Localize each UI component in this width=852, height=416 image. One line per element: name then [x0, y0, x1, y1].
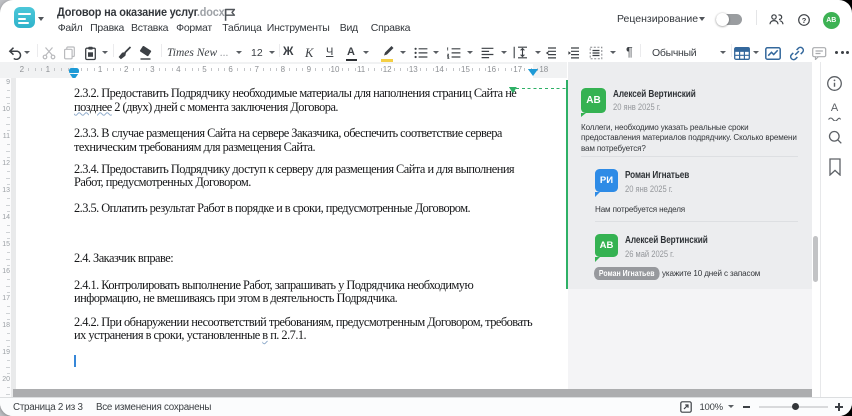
svg-text:?: ?: [801, 15, 806, 24]
